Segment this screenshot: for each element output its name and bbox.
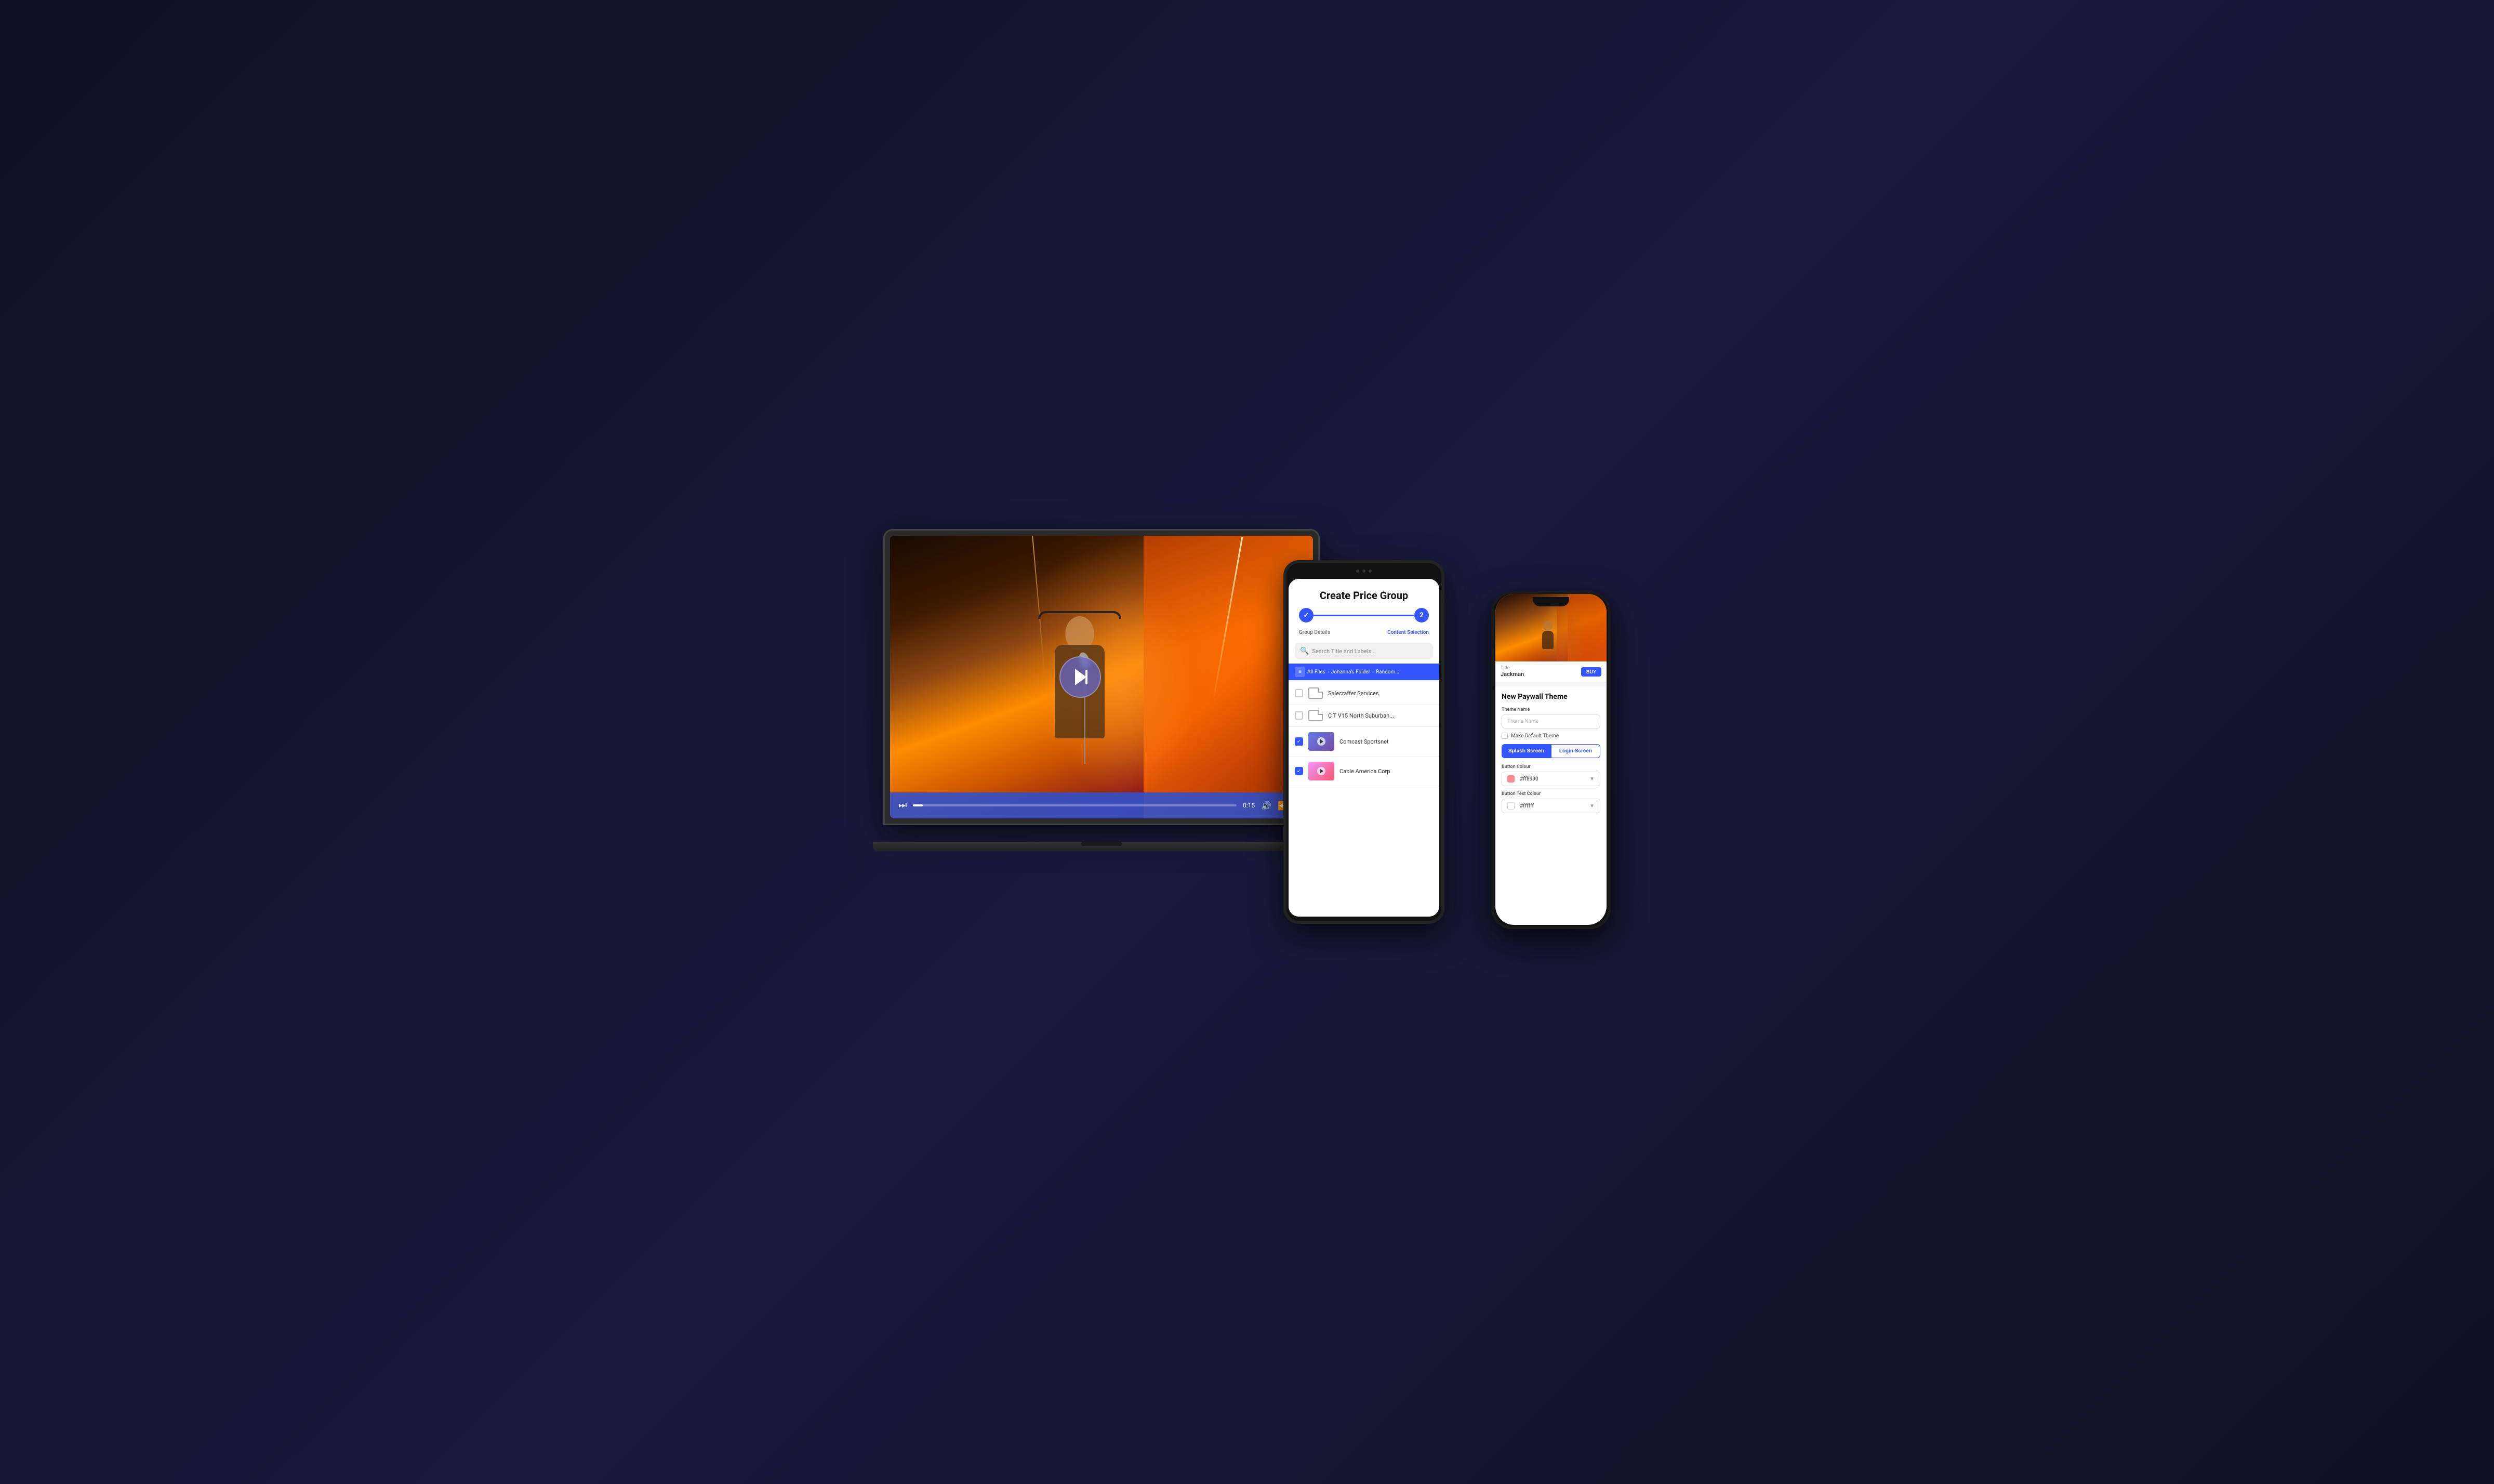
play-button[interactable] — [1059, 656, 1101, 698]
breadcrumb-sep-1: › — [1328, 669, 1329, 675]
tablet-body: Create Price Group 2 Group Details Conte… — [1283, 560, 1444, 924]
thumb-play-2 — [1317, 767, 1325, 775]
folder-icon-2 — [1308, 710, 1323, 721]
laptop-notch — [1081, 842, 1122, 846]
file-checkbox-2[interactable] — [1295, 711, 1303, 720]
step-2-label: Content Selection — [1387, 630, 1429, 635]
step-2-circle: 2 — [1414, 608, 1429, 622]
tablet-speaker — [1369, 569, 1372, 573]
tablet: Create Price Group 2 Group Details Conte… — [1283, 560, 1444, 924]
theme-name-input[interactable]: Theme Name — [1502, 714, 1600, 728]
phone-divider — [1495, 682, 1607, 686]
laptop-base — [873, 842, 1330, 851]
screen-tabs: Splash Screen Login Screen — [1502, 744, 1600, 758]
tablet-sensor — [1362, 569, 1365, 573]
tablet-camera — [1356, 569, 1359, 573]
step-labels: Group Details Content Selection — [1289, 628, 1439, 641]
file-checkbox-4[interactable]: ✓ — [1295, 767, 1303, 775]
splash-screen-tab[interactable]: Splash Screen — [1502, 744, 1551, 758]
file-checkbox-3[interactable]: ✓ — [1295, 737, 1303, 746]
file-thumb-1 — [1308, 732, 1334, 751]
file-name-1: Salecraffer Services — [1328, 690, 1379, 697]
list-item[interactable]: C T V15 North Suburban... — [1289, 705, 1439, 727]
breadcrumb-folder[interactable]: Johanna's Folder — [1331, 669, 1370, 675]
button-text-colour-value: #ffffff — [1520, 803, 1534, 809]
paywall-section-title: New Paywall Theme — [1502, 693, 1600, 701]
tablet-camera-row — [1356, 569, 1372, 573]
buy-button[interactable]: BUY — [1581, 667, 1601, 677]
folder-icon-1 — [1308, 687, 1323, 699]
search-placeholder[interactable]: Search Title and Labels... — [1312, 648, 1375, 655]
text-colour-select-chevron: ▼ — [1589, 803, 1595, 809]
breadcrumb-all-files[interactable]: All Files — [1307, 669, 1325, 675]
breadcrumb-row: ≡ All Files › Johanna's Folder › Random.… — [1289, 664, 1439, 680]
progress-fill — [913, 804, 923, 806]
progress-bar[interactable] — [913, 804, 1237, 806]
stepper: 2 — [1289, 608, 1439, 628]
laptop-screen: ⏭ 0:15 🔊 ⏪ — [890, 536, 1313, 818]
file-checkbox-1[interactable] — [1295, 689, 1303, 697]
button-text-colour-select[interactable]: #ffffff ▼ — [1502, 799, 1600, 813]
time-display: 0:15 — [1243, 802, 1255, 809]
phone-card-name: Jackman — [1501, 671, 1581, 678]
make-default-checkbox[interactable] — [1502, 733, 1508, 739]
scene: ⏭ 0:15 🔊 ⏪ — [883, 529, 1611, 955]
button-text-colour-label: Button Text Colour — [1502, 791, 1600, 797]
button-colour-select[interactable]: #ff8990 ▼ — [1502, 772, 1600, 786]
list-item[interactable]: ✓ Comcast Sportsnet — [1289, 727, 1439, 757]
button-colour-value: #ff8990 — [1520, 776, 1538, 782]
make-default-row[interactable]: Make Default Theme — [1502, 733, 1600, 739]
search-bar[interactable]: 🔍 Search Title and Labels... — [1295, 643, 1433, 659]
phone-body: Title Jackman BUY New Paywall Theme Them… — [1491, 591, 1611, 929]
file-thumb-2 — [1308, 762, 1334, 780]
login-screen-tab[interactable]: Login Screen — [1551, 744, 1600, 758]
file-name-3: Comcast Sportsnet — [1339, 738, 1389, 745]
phone: Title Jackman BUY New Paywall Theme Them… — [1491, 591, 1611, 929]
phone-notch — [1533, 597, 1569, 606]
paywall-section: New Paywall Theme Theme Name Theme Name … — [1495, 686, 1607, 822]
theme-name-label: Theme Name — [1502, 707, 1600, 712]
create-price-group-title: Create Price Group — [1289, 579, 1439, 608]
button-text-colour-swatch — [1507, 802, 1515, 810]
button-colour-swatch — [1507, 775, 1515, 783]
play-pause-button[interactable]: ⏭ — [898, 801, 907, 810]
laptop-body: ⏭ 0:15 🔊 ⏪ — [883, 529, 1320, 825]
list-item[interactable]: Salecraffer Services — [1289, 682, 1439, 705]
phone-card-title-label: Title — [1501, 666, 1581, 671]
make-default-label: Make Default Theme — [1511, 733, 1559, 739]
step-1-label: Group Details — [1299, 630, 1330, 635]
step-line — [1314, 615, 1414, 616]
step-1-circle — [1299, 608, 1314, 622]
button-colour-label: Button Colour — [1502, 764, 1600, 770]
list-item[interactable]: ✓ Cable America Corp — [1289, 757, 1439, 786]
breadcrumb-menu-button[interactable]: ≡ — [1295, 667, 1305, 677]
phone-screen: Title Jackman BUY New Paywall Theme Them… — [1495, 594, 1607, 925]
tablet-screen: Create Price Group 2 Group Details Conte… — [1289, 579, 1439, 917]
video-background — [890, 536, 1313, 818]
video-controls: ⏭ 0:15 🔊 ⏪ — [890, 792, 1313, 818]
file-name-4: Cable America Corp — [1339, 768, 1390, 775]
file-name-2: C T V15 North Suburban... — [1328, 712, 1394, 719]
phone-card-info: Title Jackman — [1501, 666, 1581, 678]
phone-card-row: Title Jackman BUY — [1495, 661, 1607, 682]
colour-select-chevron: ▼ — [1589, 776, 1595, 782]
tablet-content: Create Price Group 2 Group Details Conte… — [1289, 579, 1439, 917]
breadcrumb-sep-2: › — [1372, 669, 1374, 675]
breadcrumb-random: Random... — [1376, 669, 1399, 675]
volume-button[interactable]: 🔊 — [1261, 801, 1271, 811]
file-list: Salecraffer Services C T V15 North Subur… — [1289, 680, 1439, 788]
thumb-play-1 — [1317, 737, 1325, 746]
laptop: ⏭ 0:15 🔊 ⏪ — [883, 529, 1351, 851]
search-icon: 🔍 — [1300, 647, 1309, 655]
